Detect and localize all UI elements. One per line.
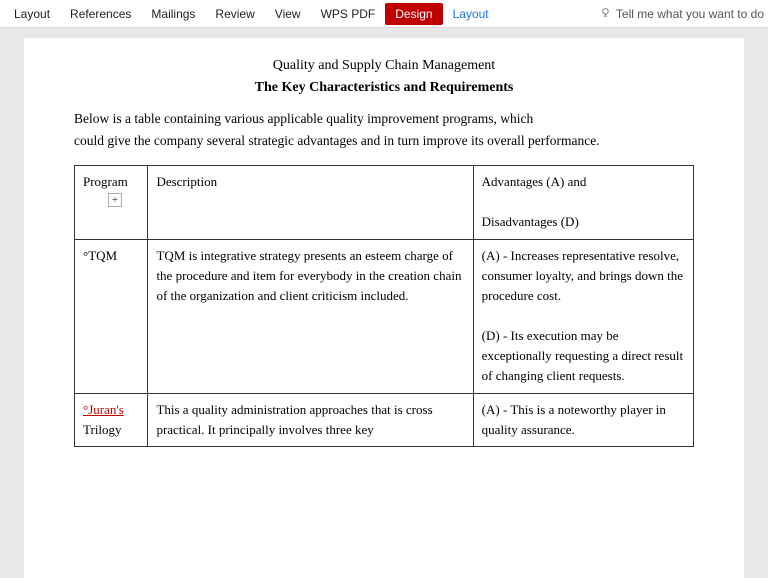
document-area: Quality and Supply Chain Management The …	[0, 28, 768, 578]
search-text[interactable]: Tell me what you want to do	[616, 7, 764, 21]
program-jurans: °Juran's Trilogy	[75, 393, 148, 446]
menu-item-layout[interactable]: Layout	[4, 3, 60, 25]
menu-item-wpspdf[interactable]: WPS PDF	[311, 3, 386, 25]
menu-item-mailings[interactable]: Mailings	[141, 3, 205, 25]
lightbulb-icon	[599, 7, 612, 20]
menu-search[interactable]: Tell me what you want to do	[599, 7, 764, 21]
header-description: Description	[148, 166, 473, 239]
page: Quality and Supply Chain Management The …	[24, 38, 744, 578]
menu-item-design[interactable]: Design	[385, 3, 442, 25]
menu-item-review[interactable]: Review	[205, 3, 264, 25]
program-tqm: °TQM	[75, 239, 148, 393]
description-jurans: This a quality administration approaches…	[148, 393, 473, 446]
advantages-tqm: (A) - Increases representative resolve, …	[473, 239, 693, 393]
document-intro: Below is a table containing various appl…	[74, 108, 694, 151]
add-row-icon[interactable]: +	[108, 193, 122, 207]
document-title: Quality and Supply Chain Management	[74, 58, 694, 74]
menu-item-layout2[interactable]: Layout	[443, 3, 499, 25]
table-row: °TQM TQM is integrative strategy present…	[75, 239, 694, 393]
header-advantages: Advantages (A) and Disadvantages (D)	[473, 166, 693, 239]
table-header-row: Program Description Advantages (A) and D…	[75, 166, 694, 239]
menu-bar: Layout References Mailings Review View W…	[0, 0, 768, 28]
menu-item-references[interactable]: References	[60, 3, 141, 25]
document-subtitle: The Key Characteristics and Requirements	[74, 80, 694, 96]
description-tqm: TQM is integrative strategy presents an …	[148, 239, 473, 393]
table-row: °Juran's Trilogy This a quality administ…	[75, 393, 694, 446]
quality-table: Program Description Advantages (A) and D…	[74, 165, 694, 447]
menu-item-view[interactable]: View	[265, 3, 311, 25]
table-wrapper: + Program Description Advantages (A) and…	[74, 165, 694, 447]
advantages-jurans: (A) - This is a noteworthy player in qua…	[473, 393, 693, 446]
jurans-label: °Juran's	[83, 402, 124, 417]
